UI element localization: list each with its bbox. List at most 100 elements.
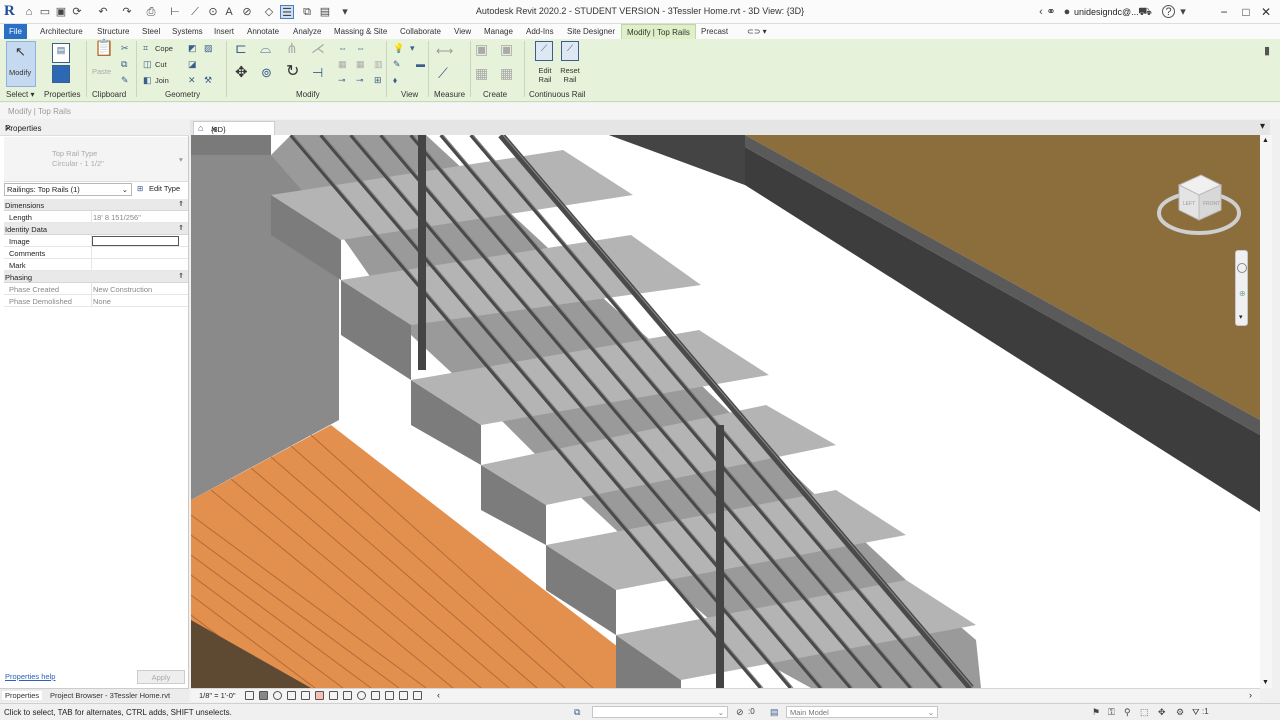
array-icon[interactable]: ▦	[338, 58, 347, 70]
tab-project-browser[interactable]: Project Browser - 3Tessler Home.rvt	[50, 691, 170, 700]
create-similar-icon[interactable]: ▦	[500, 66, 513, 80]
scroll-down-icon[interactable]: ▼	[1262, 679, 1269, 686]
pin-icon[interactable]: ▥	[374, 58, 383, 70]
hammer-icon[interactable]: ⚒	[204, 74, 212, 86]
select-pinned-icon[interactable]: ⚲	[1124, 707, 1131, 718]
tab-analyze[interactable]: Analyze	[288, 24, 326, 39]
rail-post[interactable]	[716, 425, 724, 688]
offset-icon[interactable]: ⌓	[260, 41, 271, 55]
select-dropdown[interactable]: Select ▾	[6, 90, 34, 99]
drawing-canvas[interactable]: LEFT FRONT ⊕ ▾	[191, 135, 1260, 688]
close-icon[interactable]: ✕	[5, 124, 186, 133]
image-field[interactable]	[92, 236, 179, 246]
property-row-image[interactable]: Image	[4, 235, 188, 247]
paint-icon[interactable]: ▨	[204, 42, 213, 54]
viewcube-front[interactable]: FRONT	[1203, 201, 1220, 207]
analytical-model-icon[interactable]	[399, 691, 408, 700]
match-properties-icon[interactable]: ✎	[121, 74, 129, 86]
scroll-left-icon[interactable]: ‹	[437, 690, 440, 700]
override-icon[interactable]: ▾	[410, 42, 415, 54]
nav-dropdown-icon[interactable]: ▾	[1239, 313, 1243, 321]
linework-icon[interactable]: ⬧	[393, 74, 397, 86]
tab-add-ins[interactable]: Add-Ins	[521, 24, 559, 39]
filter-line-icon[interactable]: ▬	[416, 58, 425, 70]
render-icon[interactable]	[301, 691, 310, 700]
cut-clipboard-icon[interactable]: ✂	[121, 42, 129, 54]
tab-systems[interactable]: Systems	[167, 24, 208, 39]
select-links-icon[interactable]: ⚑	[1092, 707, 1100, 718]
scroll-right-icon[interactable]: ›	[1249, 690, 1252, 700]
paste-icon[interactable]: 📋	[94, 41, 114, 57]
tab-extra-dropdown-icon[interactable]: ⊂⊃ ▾	[742, 24, 772, 39]
select-by-face-icon[interactable]: ⬚	[1140, 707, 1149, 718]
user-account[interactable]: unidesigndc@...	[1074, 7, 1139, 17]
shadows-icon[interactable]	[287, 691, 296, 700]
tab-properties[interactable]: Properties	[2, 691, 43, 700]
type-selector-preview[interactable]: Top Rail Type Circular - 1 1/2" ▾	[4, 137, 188, 182]
unpin-icon[interactable]: ⊞	[374, 74, 382, 86]
mirror-draw-icon[interactable]: ⋌	[311, 41, 325, 55]
section-identity-data[interactable]: Identity Data ⇑	[4, 223, 188, 235]
lock-3d-icon[interactable]	[343, 691, 352, 700]
cope-icon[interactable]: ⌗	[143, 42, 148, 54]
tab-view[interactable]: View	[449, 24, 476, 39]
filter-icon[interactable]: ⛛	[1192, 707, 1200, 718]
scale-icon[interactable]: ▦	[356, 58, 365, 70]
stair-3d-model[interactable]: LEFT FRONT	[191, 135, 1260, 688]
create-assembly-icon[interactable]: ▣	[475, 42, 488, 56]
measure-distance-icon[interactable]: ⟷	[436, 45, 453, 57]
section-phasing[interactable]: Phasing ⇑	[4, 271, 188, 283]
override-graphics-icon[interactable]: ✎	[393, 58, 401, 70]
demolish-icon[interactable]: ✕	[188, 74, 196, 86]
design-options-icon[interactable]: ▤	[770, 707, 779, 718]
cart-icon[interactable]: ⛟	[1138, 5, 1152, 19]
align-icon[interactable]: ⊏	[235, 41, 247, 55]
rail-post[interactable]	[418, 135, 426, 370]
property-row-length[interactable]: Length 18' 8 151/256"	[4, 211, 188, 223]
rotate-icon[interactable]: ↻	[286, 64, 299, 80]
select-underlay-icon[interactable]: ⚿	[1108, 707, 1115, 718]
copy-element-icon[interactable]: ⊚	[261, 66, 272, 79]
trim-extend-icon[interactable]: ⊸	[338, 74, 346, 86]
edit-rail-label[interactable]: Edit Rail	[537, 66, 553, 84]
dimension-tool-icon[interactable]: ⟋	[438, 66, 448, 80]
create-group-icon[interactable]: ▦	[475, 66, 488, 80]
reset-rail-label[interactable]: Reset Rail	[560, 66, 580, 84]
worksharing-icon[interactable]: ⧉	[574, 707, 580, 718]
highlight-displacement-icon[interactable]	[413, 691, 422, 700]
tab-steel[interactable]: Steel	[137, 24, 165, 39]
maximize-icon[interactable]: □	[1238, 4, 1254, 20]
detail-level-icon[interactable]	[245, 691, 254, 700]
split-icon[interactable]: ⇔	[338, 42, 347, 54]
tab-annotate[interactable]: Annotate	[242, 24, 284, 39]
tab-massing-site[interactable]: Massing & Site	[329, 24, 392, 39]
close-window-icon[interactable]: ✕	[1258, 4, 1274, 20]
help-icon[interactable]: ?	[1162, 5, 1175, 18]
modify-button[interactable]: ↖ Modify	[6, 41, 36, 87]
steering-wheel-icon[interactable]	[1237, 263, 1247, 273]
drag-elements-icon[interactable]: ✥	[1158, 707, 1166, 718]
property-row-phase-created[interactable]: Phase Created New Construction	[4, 283, 188, 295]
cut-geometry-icon[interactable]: ◫	[143, 58, 152, 70]
tab-site-designer[interactable]: Site Designer	[562, 24, 620, 39]
split-face-icon[interactable]: ◩	[188, 42, 197, 54]
reveal-hidden-icon[interactable]	[371, 691, 380, 700]
property-row-phase-demolished[interactable]: Phase Demolished None	[4, 295, 188, 307]
tab-manage[interactable]: Manage	[479, 24, 518, 39]
apply-button[interactable]: Apply	[137, 670, 185, 684]
tab-modify-top-rails[interactable]: Modify | Top Rails	[621, 24, 696, 39]
close-icon[interactable]: ✕	[211, 125, 217, 134]
minimize-icon[interactable]: −	[1216, 4, 1232, 20]
hide-icon[interactable]: 💡	[393, 42, 404, 54]
view-tabs-dropdown-icon[interactable]: ▾	[1260, 121, 1265, 132]
viewcube-left[interactable]: LEFT	[1183, 201, 1195, 207]
join-label[interactable]: Join	[155, 76, 169, 85]
properties-button[interactable]: ▤	[48, 41, 74, 87]
sun-path-icon[interactable]	[273, 691, 282, 700]
editable-only-icon[interactable]: ⊘	[736, 707, 744, 718]
background-processes-icon[interactable]: ⚙	[1176, 707, 1184, 718]
section-dimensions[interactable]: Dimensions ⇑	[4, 199, 188, 211]
tab-architecture[interactable]: Architecture	[35, 24, 88, 39]
split-gap-icon[interactable]: ⇔	[356, 42, 365, 54]
zoom-icon[interactable]: ⊕	[1239, 289, 1246, 298]
